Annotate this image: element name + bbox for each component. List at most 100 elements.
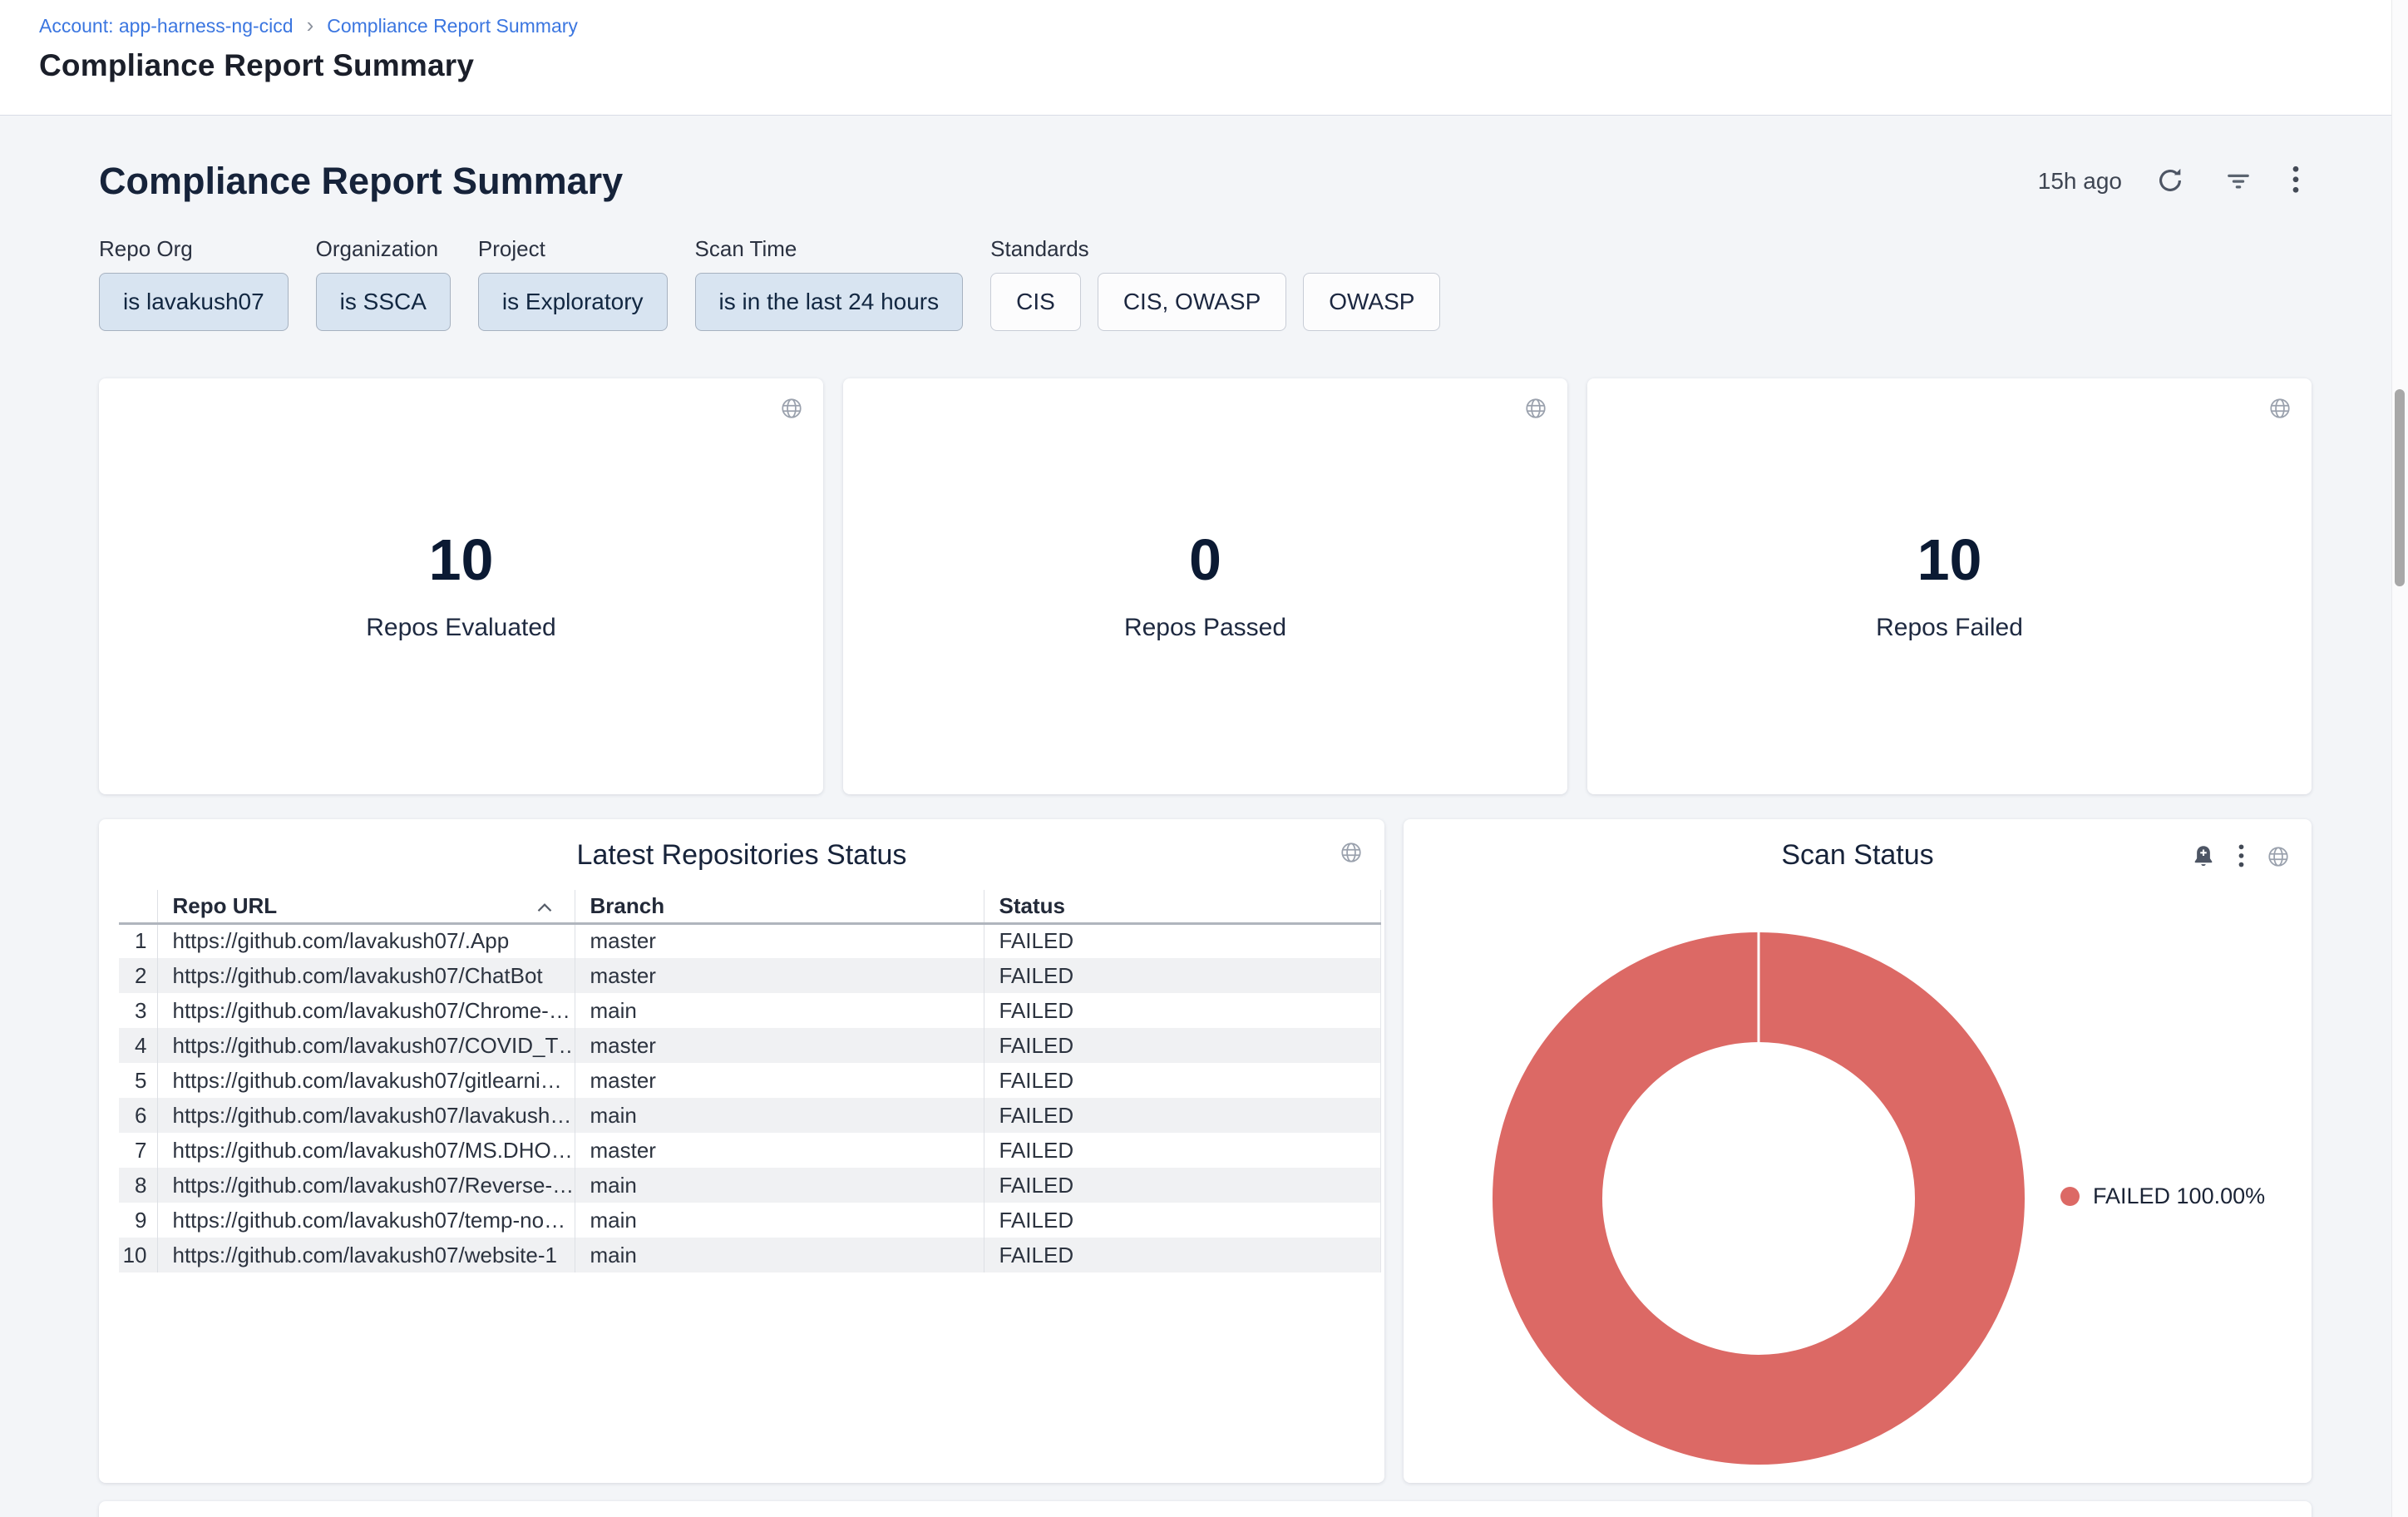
last-refreshed-label: 15h ago <box>2038 168 2122 195</box>
repo-url-cell: https://github.com/lavakush07/lavakush… <box>157 1098 575 1133</box>
repo-url-cell: https://github.com/lavakush07/.App <box>157 923 575 958</box>
row-index: 6 <box>119 1098 157 1133</box>
status-cell: FAILED <box>984 923 1380 958</box>
branch-cell: main <box>575 1203 984 1238</box>
stat-value: 10 <box>1917 531 1982 589</box>
index-column-header <box>119 890 157 923</box>
kebab-menu-icon <box>2292 164 2300 200</box>
chart-legend: FAILED 100.00% <box>2060 1183 2265 1209</box>
repo-table-body: 1 https://github.com/lavakush07/.App mas… <box>119 923 1380 1272</box>
status-cell: FAILED <box>984 1238 1380 1272</box>
row-index: 3 <box>119 993 157 1028</box>
filter-chip-project[interactable]: is Exploratory <box>478 273 668 331</box>
row-index: 5 <box>119 1063 157 1098</box>
repo-url-cell: https://github.com/lavakush07/website-1 <box>157 1238 575 1272</box>
standards-option-cis[interactable]: CIS <box>990 273 1081 331</box>
filter-button[interactable] <box>2223 166 2253 198</box>
dashboard-content: Compliance Report Summary 15h ago <box>0 116 2408 1517</box>
standards-option-cis-owasp[interactable]: CIS, OWASP <box>1098 273 1286 331</box>
table-row: 3 https://github.com/lavakush07/Chrome-…… <box>119 993 1380 1028</box>
tile-explore-button[interactable] <box>780 397 803 422</box>
repo-url-cell: https://github.com/lavakush07/Reverse-… <box>157 1168 575 1203</box>
tile-repos-evaluated: 10 Repos Evaluated <box>99 378 823 794</box>
repositories-table: Repo URL Branch Status <box>119 890 1381 1272</box>
refresh-button[interactable] <box>2155 166 2185 198</box>
repo-url-cell: https://github.com/lavakush07/MS.DHO… <box>157 1133 575 1168</box>
filters-bar: Repo Org is lavakush07 Organization is S… <box>99 236 2312 331</box>
filter-repo-org: Repo Org is lavakush07 <box>99 236 289 331</box>
globe-icon <box>2268 397 2292 422</box>
filter-label: Standards <box>990 236 1440 262</box>
table-row: 10 https://github.com/lavakush07/website… <box>119 1238 1380 1272</box>
filter-chip-scan-time[interactable]: is in the last 24 hours <box>695 273 964 331</box>
row-index: 9 <box>119 1203 157 1238</box>
repo-url-cell: https://github.com/lavakush07/temp-no… <box>157 1203 575 1238</box>
branch-cell: main <box>575 1098 984 1133</box>
repo-url-cell: https://github.com/lavakush07/Chrome-… <box>157 993 575 1028</box>
row-index: 10 <box>119 1238 157 1272</box>
table-panel-title: Latest Repositories Status <box>99 819 1384 872</box>
table-row: 7 https://github.com/lavakush07/MS.DHO… … <box>119 1133 1380 1168</box>
branch-cell: master <box>575 1063 984 1098</box>
stat-tiles: 10 Repos Evaluated 0 Repos Passed <box>99 378 2312 794</box>
filter-chip-organization[interactable]: is SSCA <box>316 273 451 331</box>
filter-label: Project <box>478 236 668 262</box>
row-index: 7 <box>119 1133 157 1168</box>
tile-explore-button[interactable] <box>2268 397 2292 422</box>
scan-status-donut-chart <box>1404 819 2312 1483</box>
filter-organization: Organization is SSCA <box>316 236 451 331</box>
refresh-icon <box>2155 166 2185 198</box>
branch-cell: main <box>575 993 984 1028</box>
filter-label: Organization <box>316 236 451 262</box>
table-header-row: Repo URL Branch Status <box>119 890 1380 923</box>
tile-explore-button[interactable] <box>1524 397 1547 422</box>
dashboard-header: Compliance Report Summary 15h ago <box>99 116 2312 203</box>
filter-label: Repo Org <box>99 236 289 262</box>
breadcrumb-current-link[interactable]: Compliance Report Summary <box>327 15 578 37</box>
tile-explore-button[interactable] <box>1340 841 1363 867</box>
row-index: 1 <box>119 923 157 958</box>
filter-icon <box>2223 166 2253 198</box>
scrollbar-thumb[interactable] <box>2395 389 2405 586</box>
stat-label: Repos Passed <box>1124 614 1286 642</box>
column-header-status[interactable]: Status <box>984 890 1380 923</box>
stat-value: 0 <box>1189 531 1221 589</box>
filter-scan-time: Scan Time is in the last 24 hours <box>695 236 964 331</box>
status-cell: FAILED <box>984 1028 1380 1063</box>
table-row: 2 https://github.com/lavakush07/ChatBot … <box>119 958 1380 993</box>
row-index: 4 <box>119 1028 157 1063</box>
status-cell: FAILED <box>984 1203 1380 1238</box>
sort-ascending-icon <box>536 893 553 919</box>
standards-options: CIS CIS, OWASP OWASP <box>990 273 1440 331</box>
stat-value: 10 <box>429 531 494 589</box>
next-panel-peek <box>99 1501 2312 1517</box>
branch-cell: master <box>575 923 984 958</box>
breadcrumb-account-link[interactable]: Account: app-harness-ng-cicd <box>39 15 294 37</box>
tile-repos-failed: 10 Repos Failed <box>1587 378 2312 794</box>
legend-failed-label: FAILED 100.00% <box>2093 1183 2265 1209</box>
stat-label: Repos Evaluated <box>366 614 556 642</box>
status-cell: FAILED <box>984 993 1380 1028</box>
column-header-branch[interactable]: Branch <box>575 890 984 923</box>
status-cell: FAILED <box>984 1133 1380 1168</box>
branch-cell: main <box>575 1168 984 1203</box>
globe-icon <box>1340 841 1363 867</box>
dashboard-toolbar: 15h ago <box>2038 164 2312 200</box>
app-header: Account: app-harness-ng-cicd › Complianc… <box>0 0 2408 116</box>
globe-icon <box>780 397 803 422</box>
table-row: 1 https://github.com/lavakush07/.App mas… <box>119 923 1380 958</box>
filter-chip-repo-org[interactable]: is lavakush07 <box>99 273 289 331</box>
status-cell: FAILED <box>984 1063 1380 1098</box>
status-cell: FAILED <box>984 1168 1380 1203</box>
dashboard-menu-button[interactable] <box>2292 164 2300 200</box>
legend-failed-swatch <box>2060 1187 2080 1206</box>
filter-project: Project is Exploratory <box>478 236 668 331</box>
breadcrumb-separator-icon: › <box>307 12 314 38</box>
column-header-repo-url[interactable]: Repo URL <box>157 890 575 923</box>
latest-repositories-panel: Latest Repositories Status Repo URL <box>99 819 1384 1483</box>
repo-url-cell: https://github.com/lavakush07/COVID_T… <box>157 1028 575 1063</box>
lower-panels: Latest Repositories Status Repo URL <box>99 819 2312 1483</box>
vertical-scrollbar <box>2391 0 2408 1517</box>
table-row: 6 https://github.com/lavakush07/lavakush… <box>119 1098 1380 1133</box>
standards-option-owasp[interactable]: OWASP <box>1303 273 1440 331</box>
